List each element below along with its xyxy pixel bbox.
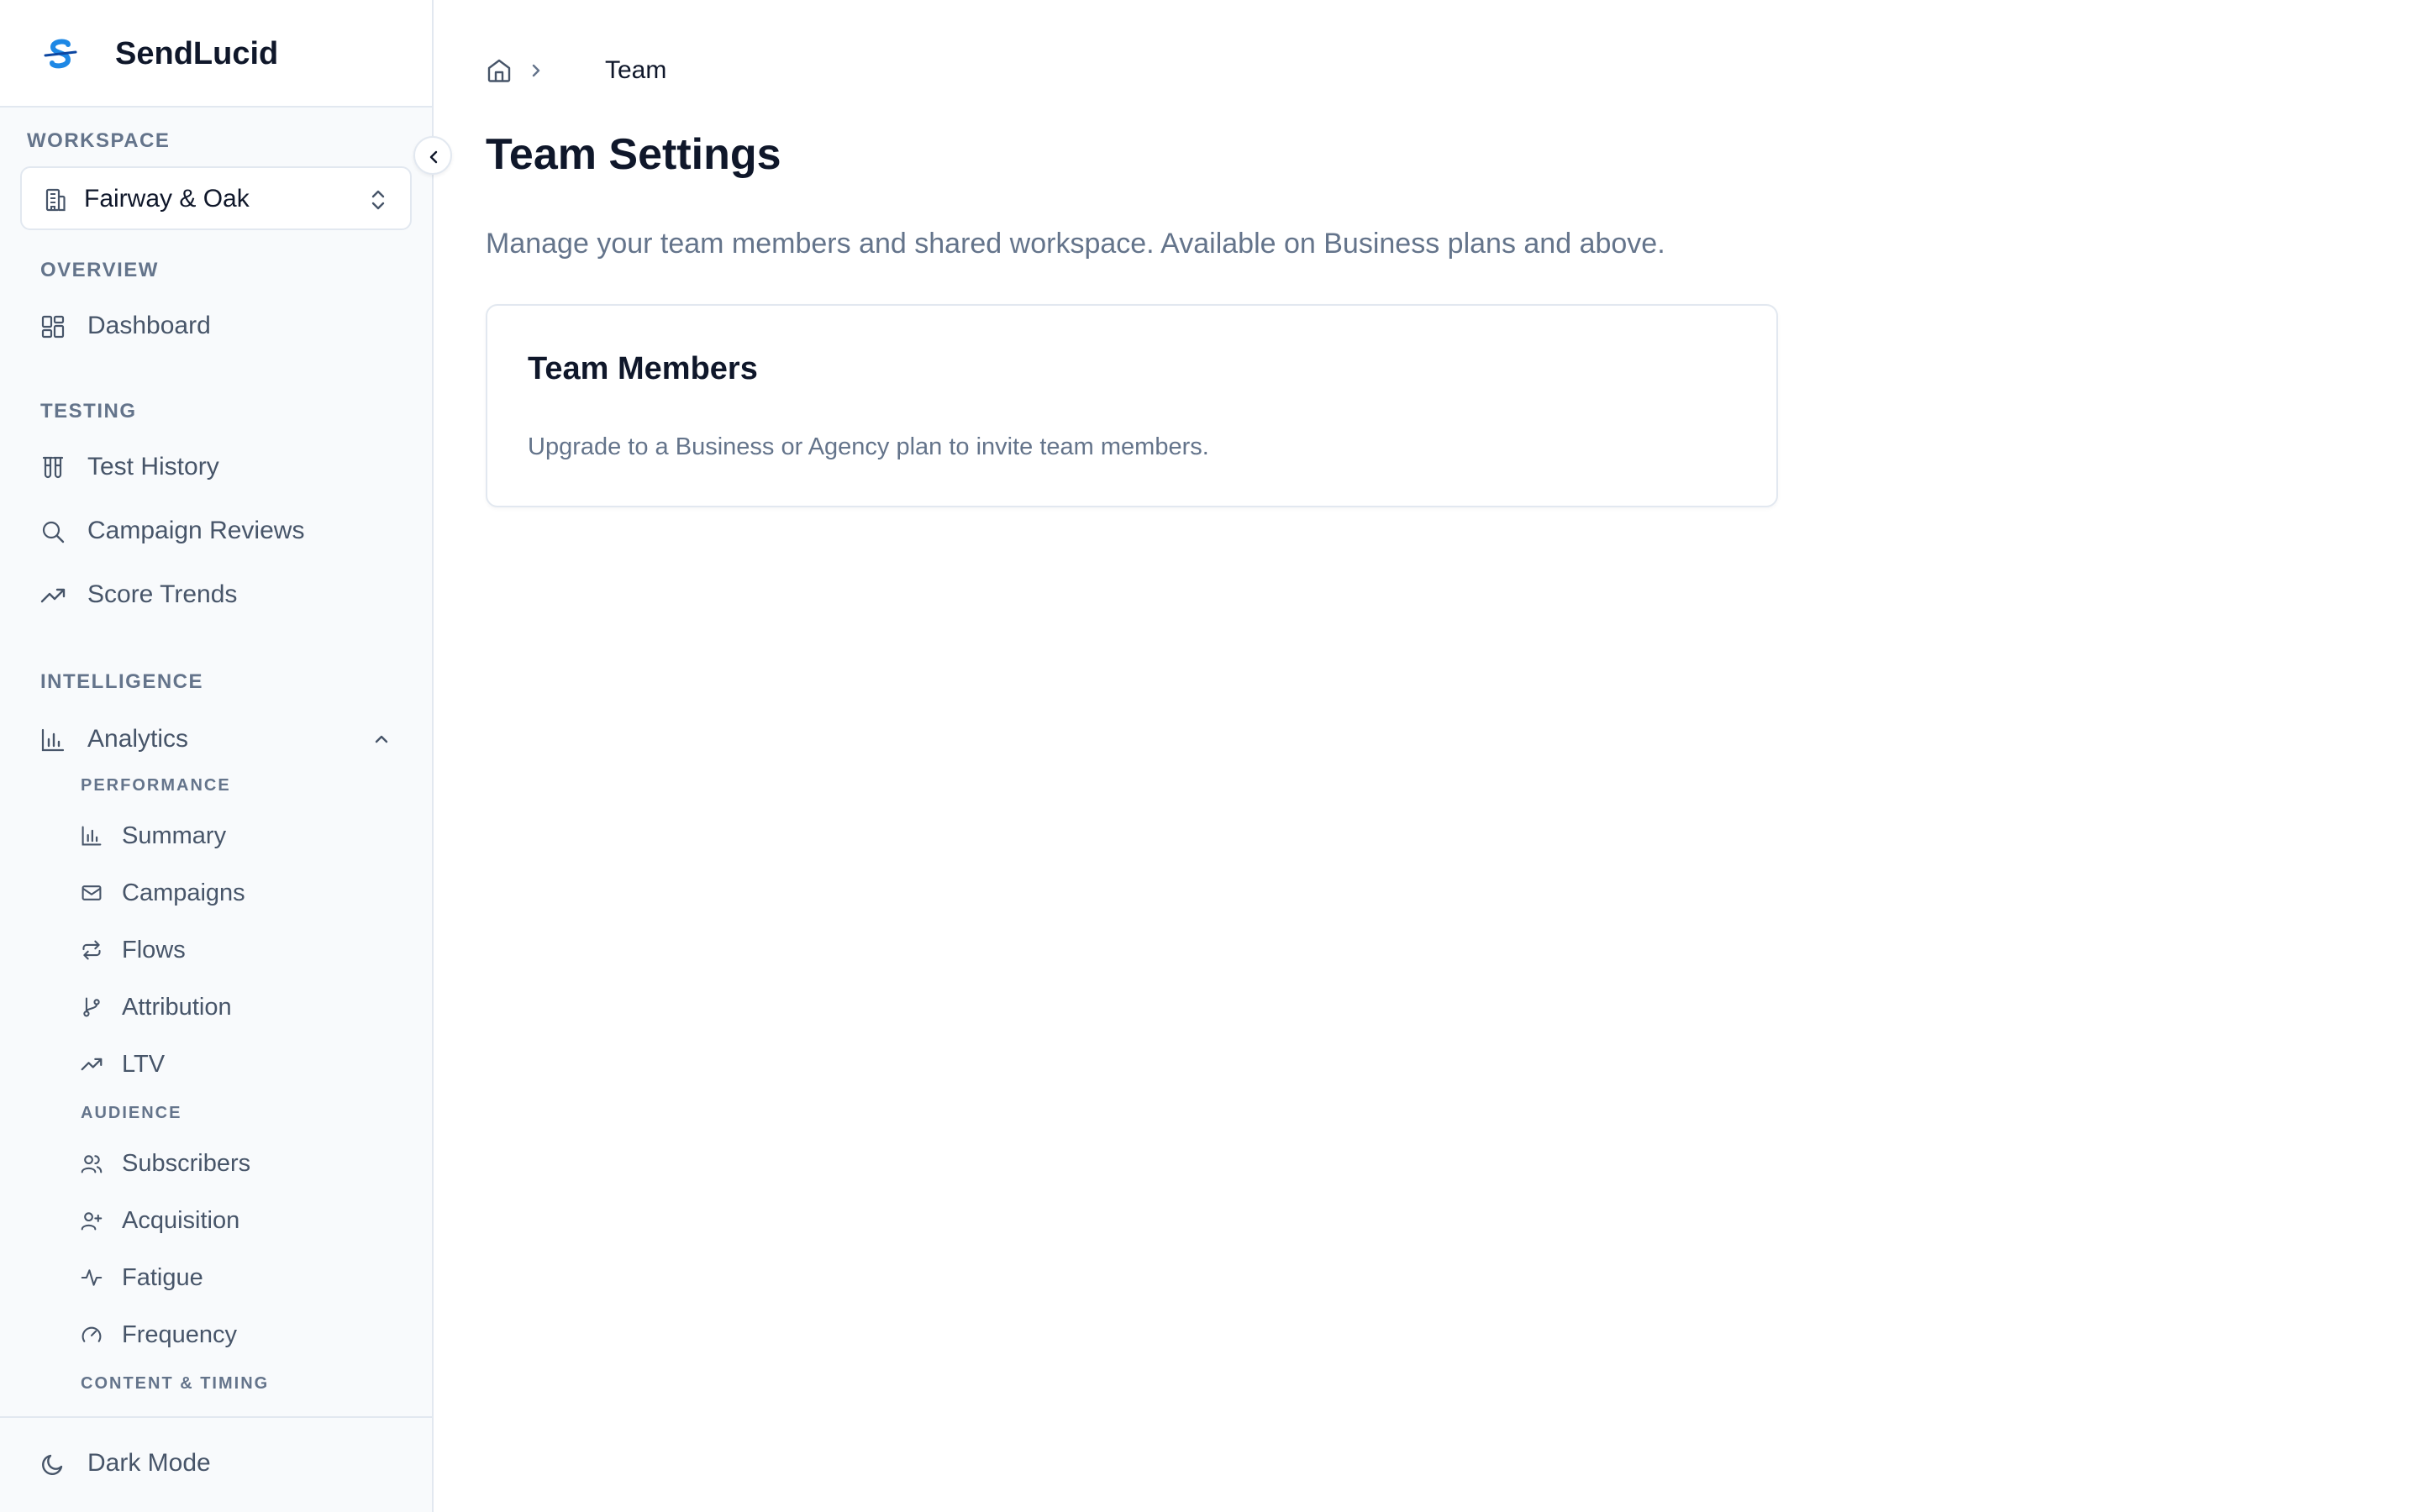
app-window: SendLucid WORKSPACE Fairway & Oak OVERVI…: [0, 0, 2420, 1512]
main-content: Team Team Settings Manage your team memb…: [434, 0, 2420, 1512]
users-icon: [81, 1152, 103, 1179]
team-members-card: Team Members Upgrade to a Business or Ag…: [486, 304, 1778, 507]
chevron-right-icon: [526, 60, 546, 85]
sidebar-subitem-label: Attribution: [122, 994, 232, 1021]
page-description: Manage your team members and shared work…: [486, 228, 1665, 260]
sidebar-item-label: Test History: [87, 453, 219, 480]
sidebar-item-analytics[interactable]: Analytics: [20, 712, 412, 766]
sendlucid-logo-icon[interactable]: [40, 34, 81, 74]
home-icon[interactable]: [486, 57, 513, 88]
sidebar-subitem-summary[interactable]: Summary: [67, 811, 412, 860]
search-icon: [40, 519, 66, 549]
sidebar-item-test-history[interactable]: Test History: [20, 440, 412, 494]
group-label-audience: AUDIENCE: [81, 1104, 182, 1122]
dark-mode-label: Dark Mode: [87, 1449, 211, 1477]
group-label-content-timing: CONTENT & TIMING: [81, 1374, 270, 1393]
sidebar-item-label: Campaign Reviews: [87, 517, 305, 544]
workspace-name: Fairway & Oak: [84, 185, 250, 213]
workspace-label: WORKSPACE: [27, 129, 171, 152]
moon-icon: [40, 1452, 66, 1481]
sidebar-subitem-ltv[interactable]: LTV: [67, 1040, 412, 1089]
group-label-performance: PERFORMANCE: [81, 776, 231, 795]
user-plus-icon: [81, 1210, 103, 1236]
section-label-overview: OVERVIEW: [40, 259, 159, 281]
sidebar-item-label: Analytics: [87, 725, 189, 753]
sidebar-item-label: Score Trends: [87, 580, 238, 608]
sidebar: SendLucid WORKSPACE Fairway & Oak OVERVI…: [0, 0, 452, 1512]
sidebar-subitem-label: Frequency: [122, 1321, 238, 1348]
trending-up-icon: [81, 1053, 103, 1079]
sidebar-item-campaign-reviews[interactable]: Campaign Reviews: [20, 504, 412, 558]
sidebar-subitem-label: Campaigns: [122, 879, 245, 906]
sidebar-subitem-label: Acquisition: [122, 1207, 240, 1234]
dashboard-icon: [40, 314, 66, 344]
sidebar-subitem-label: LTV: [122, 1051, 166, 1078]
section-label-intelligence: INTELLIGENCE: [40, 670, 204, 693]
sidebar-subitem-flows[interactable]: Flows: [67, 926, 412, 974]
chevrons-up-down-icon: [366, 186, 390, 218]
breadcrumb-current: Team: [605, 56, 667, 84]
sidebar-subitem-label: Fatigue: [122, 1264, 203, 1291]
sidebar-subitem-label: Summary: [122, 822, 227, 849]
sidebar-item-label: Dashboard: [87, 312, 211, 339]
bar-chart-icon: [81, 825, 103, 851]
sidebar-subitem-fatigue[interactable]: Fatigue: [67, 1253, 412, 1302]
sidebar-item-score-trends[interactable]: Score Trends: [20, 568, 412, 622]
sidebar-footer: Dark Mode: [0, 1416, 432, 1512]
gauge-icon: [81, 1324, 103, 1350]
git-branch-icon: [81, 996, 103, 1022]
page-title: Team Settings: [486, 130, 781, 179]
sidebar-subitem-frequency[interactable]: Frequency: [67, 1310, 412, 1359]
sidebar-item-dashboard[interactable]: Dashboard: [20, 299, 412, 353]
app-name[interactable]: SendLucid: [115, 34, 278, 74]
sidebar-subitem-acquisition[interactable]: Acquisition: [67, 1196, 412, 1245]
chevron-up-icon: [371, 729, 392, 753]
section-label-testing: TESTING: [40, 400, 137, 423]
upgrade-notice: Upgrade to a Business or Agency plan to …: [528, 433, 1209, 460]
sidebar-subitem-label: Flows: [122, 937, 186, 963]
chevron-left-icon: [429, 150, 438, 164]
dark-mode-toggle[interactable]: Dark Mode: [20, 1436, 412, 1490]
sidebar-subitem-label: Subscribers: [122, 1150, 251, 1177]
brand-header: SendLucid: [0, 0, 432, 108]
bar-chart-icon: [40, 727, 66, 757]
card-title: Team Members: [528, 351, 758, 386]
collapse-sidebar-button[interactable]: [413, 136, 452, 175]
repeat-icon: [81, 939, 103, 965]
activity-icon: [81, 1267, 103, 1293]
workspace-selector[interactable]: Fairway & Oak: [20, 166, 412, 230]
sidebar-subitem-campaigns[interactable]: Campaigns: [67, 869, 412, 917]
trending-up-icon: [40, 583, 66, 612]
sidebar-subitem-attribution[interactable]: Attribution: [67, 983, 412, 1032]
mail-icon: [81, 882, 103, 908]
test-tubes-icon: [40, 455, 66, 485]
building-icon: [42, 186, 69, 218]
sidebar-subitem-subscribers[interactable]: Subscribers: [67, 1139, 412, 1188]
